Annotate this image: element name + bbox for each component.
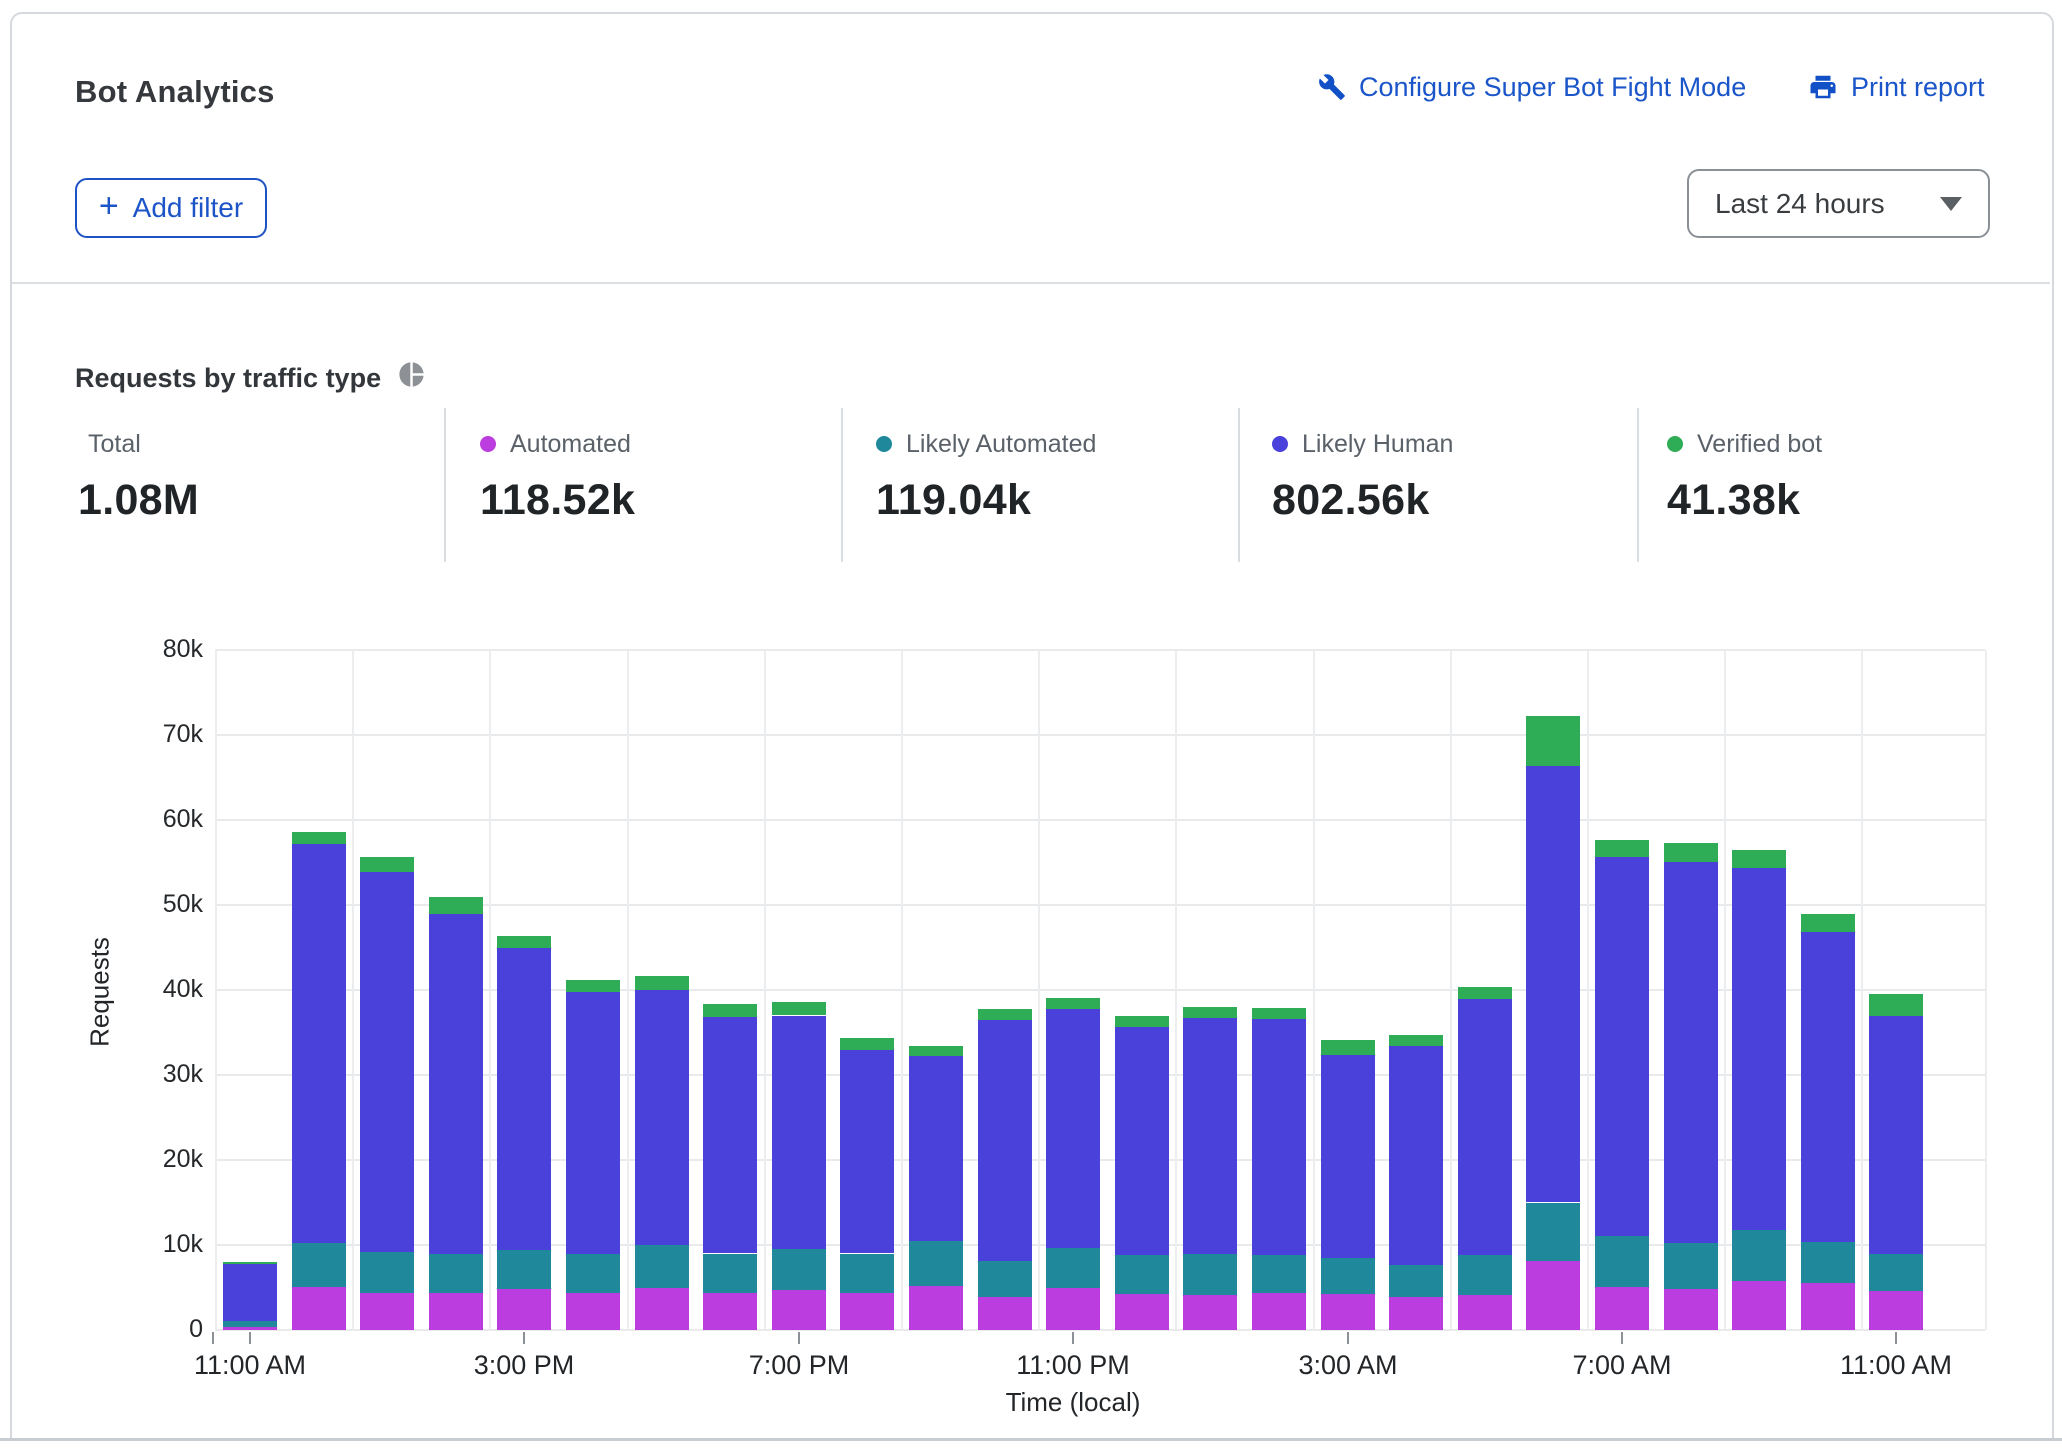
header-divider bbox=[12, 282, 2050, 284]
configure-link-label: Configure Super Bot Fight Mode bbox=[1359, 70, 1746, 104]
legend-dot bbox=[480, 436, 496, 452]
stat-value: 41.38k bbox=[1667, 476, 1822, 525]
stat-likely-human: Likely Human 802.56k bbox=[1272, 428, 1453, 525]
legend-dot bbox=[876, 436, 892, 452]
stat-divider bbox=[841, 408, 843, 562]
stat-label: Total bbox=[88, 430, 141, 459]
chevron-down-icon bbox=[1940, 197, 1962, 211]
print-link-label: Print report bbox=[1851, 70, 1985, 104]
stat-value: 119.04k bbox=[876, 476, 1096, 525]
print-report-link[interactable]: Print report bbox=[1808, 70, 1985, 104]
stat-label: Automated bbox=[510, 430, 631, 459]
stat-likely-automated: Likely Automated 119.04k bbox=[876, 428, 1096, 525]
stat-value: 1.08M bbox=[78, 476, 199, 525]
legend-dot bbox=[1667, 436, 1683, 452]
time-range-value: Last 24 hours bbox=[1715, 188, 1928, 220]
stat-label: Likely Automated bbox=[906, 430, 1096, 459]
plus-icon: + bbox=[99, 191, 119, 221]
bottom-divider bbox=[0, 1438, 2062, 1441]
page-title: Bot Analytics bbox=[75, 74, 275, 110]
bot-analytics-page: Bot Analytics Configure Super Bot Fight … bbox=[0, 0, 2062, 1450]
stat-value: 118.52k bbox=[480, 476, 635, 525]
stat-divider bbox=[444, 408, 446, 562]
pie-chart-icon bbox=[397, 360, 426, 396]
time-range-select[interactable]: Last 24 hours bbox=[1687, 169, 1990, 238]
x-axis-title: Time (local) bbox=[923, 1387, 1223, 1418]
section-heading: Requests by traffic type bbox=[75, 360, 426, 396]
wrench-icon bbox=[1318, 73, 1346, 101]
printer-icon bbox=[1808, 72, 1838, 102]
legend-dot bbox=[1272, 436, 1288, 452]
section-heading-label: Requests by traffic type bbox=[75, 363, 381, 394]
configure-super-bot-fight-mode-link[interactable]: Configure Super Bot Fight Mode bbox=[1318, 70, 1746, 104]
stat-total: Total 1.08M bbox=[78, 428, 199, 525]
stat-label: Verified bot bbox=[1697, 430, 1822, 459]
stat-label: Likely Human bbox=[1302, 430, 1453, 459]
stat-automated: Automated 118.52k bbox=[480, 428, 635, 525]
stat-divider bbox=[1637, 408, 1639, 562]
stat-value: 802.56k bbox=[1272, 476, 1453, 525]
add-filter-label: Add filter bbox=[133, 192, 244, 224]
stat-divider bbox=[1238, 408, 1240, 562]
stat-verified-bot: Verified bot 41.38k bbox=[1667, 428, 1822, 525]
y-axis-title: Requests bbox=[85, 937, 116, 1047]
add-filter-button[interactable]: + Add filter bbox=[75, 178, 267, 238]
